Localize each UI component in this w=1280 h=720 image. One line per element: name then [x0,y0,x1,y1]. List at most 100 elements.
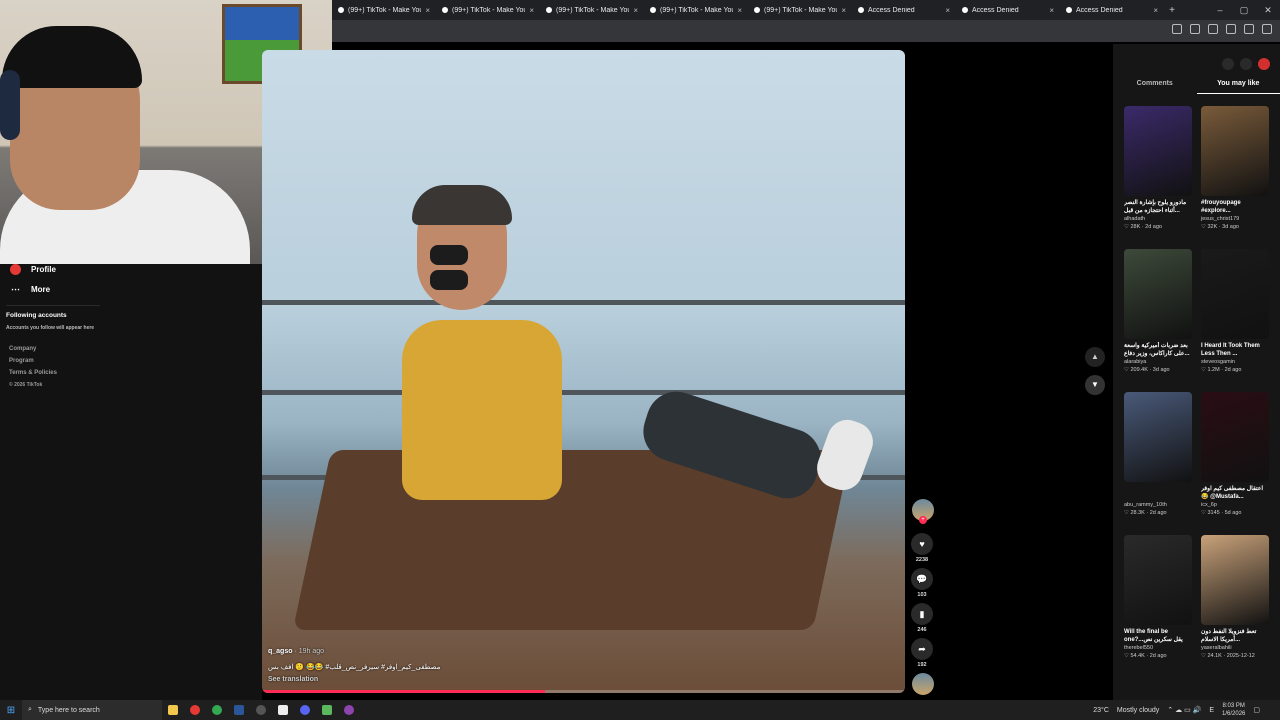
card-likes: 209.4K [1130,367,1148,373]
nav-profile[interactable]: Profile [10,264,56,275]
clock[interactable]: 8:03 PM 1/6/2026 [1222,702,1245,718]
recommendation-card[interactable]: مادورو يلوح بإشارة النصر ...أثناء احتجاز… [1124,106,1194,230]
recommendation-card[interactable]: بعد ضربات أميركية واسعة ...على كاراكاس، … [1124,249,1194,373]
tab-close-icon[interactable]: × [529,6,534,15]
footer-terms[interactable]: Terms & Policies [9,370,57,376]
tiktok-icon [442,7,448,13]
taskbar-search[interactable]: ⌕ Type here to search [22,700,162,720]
card-thumbnail [1201,249,1269,339]
device-icon[interactable] [1240,58,1252,70]
nav-more[interactable]: ⋯ More [10,284,50,295]
minimize-icon[interactable]: – [1208,0,1232,20]
tab-close-icon[interactable]: × [1049,6,1054,15]
browser-tab[interactable]: (99+) TikTok - Make Your Day × [644,0,748,20]
tab-close-icon[interactable]: × [737,6,742,15]
taskbar-app-word[interactable] [228,700,250,720]
card-username[interactable]: yaseralbahili [1201,645,1271,651]
card-thumbnail [1124,106,1192,196]
windows-start-icon[interactable]: ⊞ [0,705,22,716]
nav-profile-label: Profile [31,265,56,274]
footer-company[interactable]: Company [9,346,36,352]
tab-close-icon[interactable]: × [425,6,430,15]
video-progress-bar[interactable] [262,690,905,693]
card-username[interactable]: jesus_christ179 [1201,216,1271,222]
browser-tab[interactable]: (99+) TikTok - Make Your Day × [748,0,852,20]
comment-icon[interactable]: 💬 [911,568,933,590]
card-age: 2d ago [1149,653,1167,659]
taskbar-app-explorer[interactable] [162,700,184,720]
card-username[interactable]: icx_6p [1201,502,1271,508]
menu-icon[interactable] [1262,24,1272,34]
taskbar-app-obs[interactable] [250,700,272,720]
card-username[interactable]: steveosgamin [1201,359,1271,365]
language-indicator[interactable]: E [1209,707,1214,714]
close-window-icon[interactable]: ✕ [1256,0,1280,20]
share-count: 192 [917,662,927,668]
like-heart-icon[interactable]: ♥ [911,533,933,555]
settings-icon[interactable] [1222,58,1234,70]
sunglasses [430,245,518,290]
card-meta: ♡ 28.3K · 2d ago [1124,510,1194,516]
tray-icons[interactable]: ⌃ ☁ ▭ 🔊 [1167,706,1201,714]
music-disc-icon[interactable] [912,673,934,695]
video-progress-fill [262,690,545,693]
share-arrow-icon[interactable]: ➦ [911,638,933,660]
tab-comments[interactable]: Comments [1113,80,1197,94]
card-username[interactable]: abu_rammy_10th [1124,502,1194,508]
cast-icon[interactable] [1172,24,1182,34]
prev-video-chevron-up-icon[interactable]: ▲ [1085,347,1105,367]
browser-tab[interactable]: (99+) TikTok - Make Your Day × [540,0,644,20]
recommendation-card[interactable]: abu_rammy_10th ♡ 28.3K · 2d ago [1124,392,1194,516]
card-meta: ♡ 54.4K · 2d ago [1124,653,1194,659]
tab-close-icon[interactable]: × [841,6,846,15]
tab-close-icon[interactable]: × [945,6,950,15]
taskbar-app-capcut[interactable] [272,700,294,720]
browser-tab[interactable]: Access Denied × [852,0,956,20]
browser-tab[interactable]: (99+) TikTok - Make Your Day × [332,0,436,20]
new-tab-button[interactable]: + [1164,5,1180,16]
tab-close-icon[interactable]: × [633,6,638,15]
video-author[interactable]: q_agso [268,648,293,655]
card-username[interactable]: alarabiya [1124,359,1194,365]
bookmark-star-icon[interactable] [1208,24,1218,34]
recommendation-card[interactable]: اعتقال مصطفى كيم اوفر 😂 @Mustafa... icx_6… [1201,392,1271,516]
card-likes: 28K [1130,224,1141,230]
card-thumbnail [1201,535,1269,625]
streamer-cap [2,26,142,88]
taskbar-app-chrome[interactable] [206,700,228,720]
sidebar-divider [6,305,100,306]
video-player[interactable]: q_agso · 19h ago مصطفى_كيم_اوفر# سيرفر_ن… [262,50,905,693]
extensions-icon[interactable] [1226,24,1236,34]
card-age: 2d ago [1149,510,1167,516]
recommendation-card[interactable]: Will the final be one?...يقل سكرين نص the… [1124,535,1194,659]
taskbar-app-opera[interactable] [184,700,206,720]
follow-plus-icon[interactable]: + [919,516,927,524]
card-username[interactable]: therebel550 [1124,645,1194,651]
notification-icon[interactable]: ▢ [1253,706,1260,714]
recommendation-card[interactable]: I Heard It Took Them Less Then ... steveo… [1201,249,1271,373]
tab-you-may-like[interactable]: You may like [1196,80,1280,94]
browser-tab[interactable]: Access Denied × [1060,0,1164,20]
profile-icon[interactable] [1244,24,1254,34]
man-hair [412,185,512,225]
weather-temp[interactable]: 23°C [1093,707,1109,714]
card-meta: ♡ 28K · 2d ago [1124,224,1194,230]
next-video-chevron-down-icon[interactable]: ▼ [1085,375,1105,395]
see-translation-link[interactable]: See translation [268,676,318,683]
taskbar-app-minecraft[interactable] [316,700,338,720]
footer-program[interactable]: Program [9,358,34,364]
browser-tab[interactable]: (99+) TikTok - Make Your Day × [436,0,540,20]
card-username[interactable]: alhadath [1124,216,1194,222]
zoom-icon[interactable] [1190,24,1200,34]
maximize-icon[interactable]: ▢ [1232,0,1256,20]
tiktok-icon [962,7,968,13]
user-avatar[interactable] [1258,58,1270,70]
tab-close-icon[interactable]: × [1153,6,1158,15]
recommendation-card[interactable]: تعط فنزويلا النفط دون ...أمريكا الاسلام y… [1201,535,1271,659]
card-title: مادورو يلوح بإشارة النصر ...أثناء احتجاز… [1124,200,1187,214]
taskbar-app-discord[interactable] [294,700,316,720]
taskbar-app-media[interactable] [338,700,360,720]
browser-tab[interactable]: Access Denied × [956,0,1060,20]
recommendation-card[interactable]: #frouyoupage #explore... jesus_christ179 ♡… [1201,106,1271,230]
bookmark-icon[interactable]: ▮ [911,603,933,625]
